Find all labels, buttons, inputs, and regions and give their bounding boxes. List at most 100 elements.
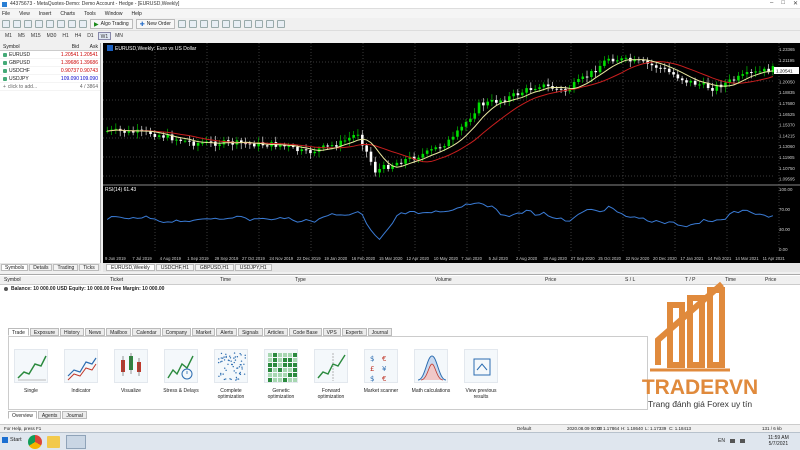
new-order-button[interactable]: ✚ New Order <box>135 19 175 29</box>
tile-visualize[interactable]: Visualize <box>111 349 151 394</box>
close-button[interactable]: ✕ <box>793 0 798 7</box>
tab-calendar[interactable]: Calendar <box>132 328 161 336</box>
price-chart[interactable]: 1.23365 1.21195 1.20541 1.20050 1.18835 1.176… <box>103 43 800 263</box>
navigator-icon[interactable] <box>46 20 54 28</box>
timeframe-h4[interactable]: H4 <box>73 32 83 40</box>
menu-tools[interactable]: Tools <box>84 11 96 17</box>
menu-help[interactable]: Help <box>132 11 142 17</box>
folder-icon[interactable] <box>47 436 60 448</box>
tab-signals[interactable]: Signals <box>238 328 263 336</box>
col-symbol[interactable]: Symbol <box>0 277 110 283</box>
metatrader-taskbar-icon[interactable] <box>66 435 86 449</box>
menu-insert[interactable]: Insert <box>39 11 52 17</box>
tab-agents[interactable]: Agents <box>37 411 62 419</box>
cursor-icon[interactable] <box>210 20 219 28</box>
tab-company[interactable]: Company <box>161 328 192 336</box>
chrome-icon[interactable] <box>28 435 42 449</box>
profiles-icon[interactable] <box>13 20 21 28</box>
network-icon[interactable] <box>730 439 735 443</box>
tab-articles[interactable]: Articles <box>263 328 288 336</box>
col-volume[interactable]: Volume <box>435 277 545 283</box>
market-row-eurusd[interactable]: EURUSD 1.20541 1.20541 <box>0 51 100 59</box>
scroll-chart-icon[interactable] <box>254 20 263 28</box>
column-ask[interactable]: Ask <box>79 44 99 50</box>
chart-tab-usdchf-h1[interactable]: USDCHF,H1 <box>155 264 194 271</box>
timeframe-mn[interactable]: MN <box>113 32 125 40</box>
tile-genetic-optimization[interactable]: Genetic optimization <box>261 349 301 400</box>
menu-view[interactable]: View <box>19 11 30 17</box>
tile-view-previous-results[interactable]: View previous results <box>461 349 501 400</box>
timeframe-m5[interactable]: M5 <box>16 32 27 40</box>
buy-icon[interactable] <box>177 20 186 28</box>
timeframe-h1[interactable]: H1 <box>60 32 70 40</box>
column-symbol[interactable]: Symbol <box>0 44 58 50</box>
tab-code-base[interactable]: Code Base <box>288 328 322 336</box>
market-row-usdchf[interactable]: USDCHF 0.90737 0.90743 <box>0 67 100 75</box>
scatter-dot <box>237 378 240 380</box>
menu-charts[interactable]: Charts <box>60 11 75 17</box>
market-watch-icon[interactable] <box>24 20 32 28</box>
tab-exposure[interactable]: Exposure <box>29 328 60 336</box>
add-symbol-row[interactable]: + click to add... 4 / 3864 <box>0 83 100 91</box>
timeframe-m1[interactable]: M1 <box>3 32 14 40</box>
tile-forward-optimization[interactable]: Forward optimization <box>311 349 351 400</box>
tab-trade[interactable]: Trade <box>8 328 29 336</box>
sell-icon[interactable] <box>188 20 197 28</box>
timeframe-w1[interactable]: W1 <box>97 32 112 40</box>
algo-trading-button[interactable]: ▶ Algo Trading <box>90 19 133 29</box>
tab-ticks[interactable]: Ticks <box>79 263 99 271</box>
tile-complete-optimization[interactable]: Complete optimization <box>211 349 251 400</box>
col-type[interactable]: Type <box>295 277 435 283</box>
col-time[interactable]: Time <box>220 277 295 283</box>
tab-history[interactable]: History <box>60 328 84 336</box>
chart-tab-eurusd-weekly[interactable]: EURUSD,Weekly <box>106 264 155 271</box>
chart-tab-gbpusd-h1[interactable]: GBPUSD,H1 <box>194 264 234 271</box>
tile-math-calculations[interactable]: Math calculations <box>411 349 451 394</box>
tile-market-scanner[interactable]: $ € £ ¥ $ € Market scanner <box>361 349 401 394</box>
zoom-out-icon[interactable] <box>232 20 241 28</box>
tab-mailbox[interactable]: Mailbox <box>106 328 132 336</box>
tab-tester-journal[interactable]: Journal <box>62 411 87 419</box>
chart-tab-usdjpy-h1[interactable]: USDJPY,H1 <box>234 264 272 271</box>
tile-single[interactable]: Single <box>11 349 51 394</box>
tab-vps[interactable]: VPS <box>322 328 341 336</box>
candle-bullish <box>624 57 628 59</box>
tile-windows-icon[interactable] <box>243 20 252 28</box>
tab-market[interactable]: Market <box>192 328 216 336</box>
zoom-in-icon[interactable] <box>221 20 230 28</box>
metaeditor-icon[interactable] <box>79 20 87 28</box>
menu-window[interactable]: Window <box>105 11 123 17</box>
clock[interactable]: 11:59 AM 5/7/2021 <box>768 435 789 447</box>
timeframe-m30[interactable]: M30 <box>45 32 59 40</box>
tab-journal[interactable]: Journal <box>367 328 393 336</box>
tab-details[interactable]: Details <box>29 263 53 271</box>
tab-trading[interactable]: Trading <box>53 263 79 271</box>
crosshair-icon[interactable] <box>199 20 208 28</box>
indicators-icon[interactable] <box>265 20 274 28</box>
col-ticket[interactable]: Ticket <box>110 277 220 283</box>
tab-news[interactable]: News <box>84 328 106 336</box>
timeframe-m15[interactable]: M15 <box>29 32 43 40</box>
menu-file[interactable]: File <box>2 11 10 17</box>
tab-overview[interactable]: Overview <box>8 411 37 419</box>
language-indicator[interactable]: EN <box>718 438 725 444</box>
strategy-tester-icon[interactable] <box>68 20 76 28</box>
timeframe-d1[interactable]: D1 <box>85 32 95 40</box>
data-window-icon[interactable] <box>35 20 43 28</box>
minimize-button[interactable]: – <box>770 0 773 7</box>
tile-stress-delays[interactable]: Stress & Delays <box>161 349 201 394</box>
tab-symbols[interactable]: Symbols <box>1 263 29 271</box>
start-button[interactable]: Start <box>2 437 22 443</box>
tab-experts[interactable]: Experts <box>341 328 367 336</box>
chart-canvas[interactable]: 1.23365 1.21195 1.20541 1.20050 1.18835 1.176… <box>103 43 800 263</box>
column-bid[interactable]: Bid <box>58 44 79 50</box>
toolbox-icon[interactable] <box>57 20 65 28</box>
market-row-usdjpy[interactable]: USDJPY 109.090 109.090 <box>0 75 100 83</box>
volume-icon[interactable] <box>740 439 745 443</box>
tile-indicator[interactable]: Indicator <box>61 349 101 394</box>
market-row-gbpusd[interactable]: GBPUSD 1.39686 1.39686 <box>0 59 100 67</box>
templates-icon[interactable] <box>276 20 285 28</box>
tab-alerts[interactable]: Alerts <box>216 328 238 336</box>
maximize-button[interactable]: □ <box>781 0 785 7</box>
new-chart-icon[interactable] <box>2 20 10 28</box>
